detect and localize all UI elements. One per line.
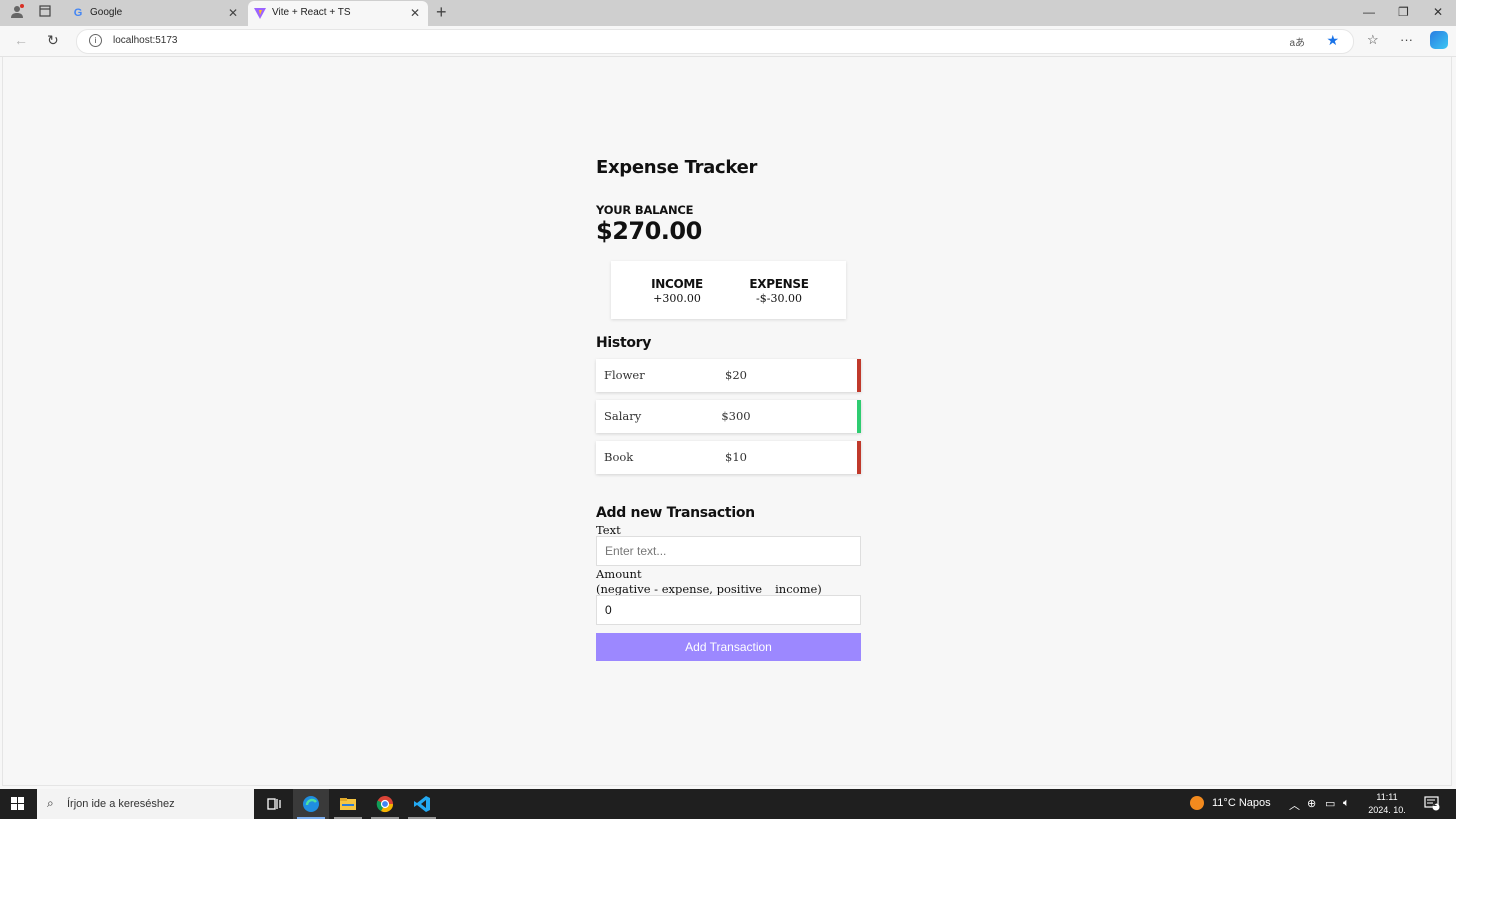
tab-title: Google xyxy=(90,7,123,18)
history-item-amount: $20 xyxy=(725,368,747,382)
income-expense-card: INCOME +300.00 EXPENSE -$-30.00 xyxy=(611,261,846,319)
history-item[interactable]: Book $10 xyxy=(596,441,861,474)
notification-center-icon[interactable]: 2 xyxy=(1424,795,1440,814)
display-icon[interactable]: ▭ xyxy=(1325,797,1335,810)
notification-count: 2 xyxy=(1433,801,1437,808)
history-list: Flower $20 Salary $300 Book $10 xyxy=(596,359,861,482)
tab-strip: G Google ✕ Vite + React + TS ✕ + — ❐ ✕ xyxy=(0,0,1456,26)
close-tab-icon[interactable]: ✕ xyxy=(228,6,238,20)
volume-icon[interactable]: 🔈︎ xyxy=(1343,797,1350,810)
tab-actions-icon[interactable] xyxy=(36,4,54,22)
text-field-label: Text xyxy=(596,523,621,537)
text-input[interactable] xyxy=(596,536,861,566)
taskbar: ⌕ Írjon ide a kereséshez 11°C Napos ︿ ⊕ … xyxy=(0,789,1456,819)
more-menu-icon[interactable]: ··· xyxy=(1400,32,1413,47)
expense-label: EXPENSE xyxy=(749,277,809,291)
edge-app-icon[interactable] xyxy=(293,789,329,819)
history-title: History xyxy=(596,335,652,351)
search-icon: ⌕ xyxy=(47,796,54,810)
income-value: +300.00 xyxy=(653,292,701,305)
clock[interactable]: 11:11 2024. 10. 22. xyxy=(1362,791,1412,819)
close-window-icon[interactable]: ✕ xyxy=(1433,5,1443,19)
clock-time: 11:11 xyxy=(1376,792,1398,802)
back-arrow-icon[interactable]: ← xyxy=(14,32,28,48)
site-info-icon[interactable]: i xyxy=(89,34,102,47)
add-transaction-button[interactable]: Add Transaction xyxy=(596,633,861,661)
new-tab-icon[interactable]: + xyxy=(436,2,447,23)
amount-label: Amount xyxy=(596,567,642,581)
profile-icon[interactable] xyxy=(8,4,26,22)
history-item-text: Flower xyxy=(604,368,645,382)
favorite-star-icon[interactable]: ★ xyxy=(1326,32,1339,49)
network-icon[interactable]: ⊕ xyxy=(1307,797,1316,810)
favorites-icon[interactable]: ☆ xyxy=(1367,32,1379,48)
expense-column: EXPENSE -$-30.00 xyxy=(747,277,811,305)
web-page: Expense Tracker YOUR BALANCE $270.00 INC… xyxy=(2,57,1452,786)
history-item[interactable]: Flower $20 xyxy=(596,359,861,392)
minimize-icon[interactable]: — xyxy=(1363,5,1375,19)
weather-text[interactable]: 11°C Napos xyxy=(1212,797,1271,809)
balance-label: YOUR BALANCE xyxy=(596,203,694,217)
clock-date: 2024. 10. 22. xyxy=(1368,805,1406,819)
weather-icon[interactable] xyxy=(1189,795,1205,814)
amount-field-label: Amount (negative - expense, positive _ i… xyxy=(596,567,822,597)
income-column: INCOME +300.00 xyxy=(643,277,711,305)
running-app-indicator xyxy=(334,817,362,819)
balance-value: $270.00 xyxy=(596,217,702,245)
browser-toolbar: ← ↻ i localhost:5173 aあ ★ ☆ ··· xyxy=(0,26,1456,57)
chrome-app-icon[interactable] xyxy=(367,789,403,819)
vite-icon xyxy=(254,7,266,19)
search-placeholder: Írjon ide a kereséshez xyxy=(67,798,175,810)
google-icon: G xyxy=(73,7,83,19)
tab-vite[interactable]: Vite + React + TS ✕ xyxy=(248,1,428,26)
tab-title: Vite + React + TS xyxy=(272,7,351,18)
vscode-app-icon[interactable] xyxy=(404,789,440,819)
read-aloud-icon[interactable]: aあ xyxy=(1289,34,1305,49)
running-app-indicator xyxy=(371,817,399,819)
restore-icon[interactable]: ❐ xyxy=(1398,5,1409,19)
app-title: Expense Tracker xyxy=(596,157,758,178)
active-app-indicator xyxy=(297,817,325,819)
address-bar[interactable]: i localhost:5173 aあ ★ xyxy=(76,29,1354,54)
income-label: INCOME xyxy=(651,277,703,291)
expense-value: -$-30.00 xyxy=(756,292,802,305)
screen: G Google ✕ Vite + React + TS ✕ + — ❐ ✕ ←… xyxy=(0,0,1456,819)
running-app-indicator xyxy=(408,817,436,819)
expense-indicator xyxy=(857,441,861,474)
history-item[interactable]: Salary $300 xyxy=(596,400,861,433)
tab-google[interactable]: G Google ✕ xyxy=(66,1,246,26)
task-view-icon[interactable] xyxy=(256,789,292,819)
close-tab-icon[interactable]: ✕ xyxy=(410,6,420,20)
copilot-icon[interactable] xyxy=(1430,31,1448,49)
history-item-text: Salary xyxy=(604,409,642,423)
history-item-amount: $300 xyxy=(721,409,751,423)
tray-chevron-up-icon[interactable]: ︿ xyxy=(1289,797,1300,813)
amount-input[interactable] xyxy=(596,595,861,625)
history-item-amount: $10 xyxy=(725,450,747,464)
file-explorer-icon[interactable] xyxy=(330,789,366,819)
history-item-text: Book xyxy=(604,450,634,464)
add-transaction-title: Add new Transaction xyxy=(596,505,755,521)
income-indicator xyxy=(857,400,861,433)
taskbar-search[interactable]: ⌕ Írjon ide a kereséshez xyxy=(37,789,254,819)
reload-icon[interactable]: ↻ xyxy=(47,32,59,49)
expense-indicator xyxy=(857,359,861,392)
url-text[interactable]: localhost:5173 xyxy=(113,35,178,46)
windows-start-icon[interactable] xyxy=(11,797,25,811)
